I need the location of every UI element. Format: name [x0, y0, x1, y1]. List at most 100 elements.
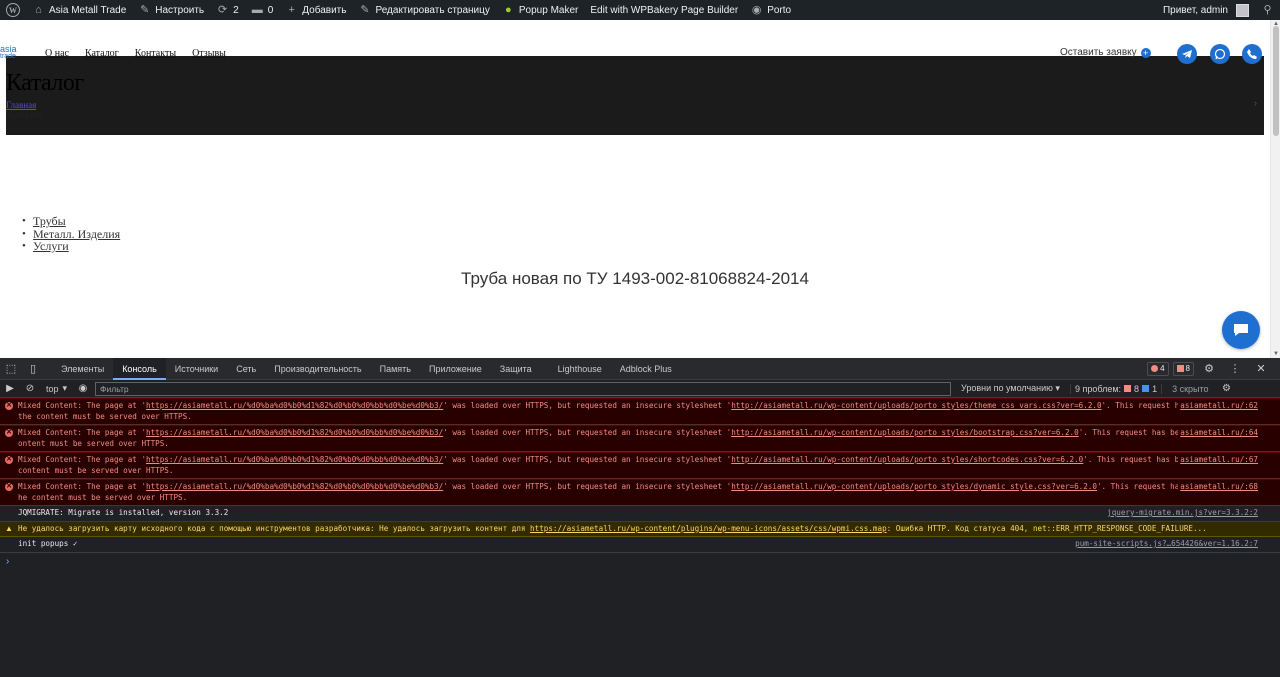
inspect-element-icon[interactable]: ⬚ — [0, 358, 22, 380]
nav-item-contacts[interactable]: Контакты — [135, 48, 176, 59]
logo-text-top: asia — [0, 44, 17, 54]
customize-link[interactable]: ✎ Настроить — [132, 0, 210, 20]
phone-button[interactable] — [1242, 44, 1262, 64]
message-source-link[interactable]: asiametall.ru/:62 — [1178, 401, 1258, 412]
account-menu[interactable]: Привет, admin — [1157, 0, 1255, 20]
error-count: 4 — [1160, 364, 1165, 373]
chat-icon — [1234, 324, 1248, 336]
admin-search-button[interactable]: ⚲ — [1255, 0, 1280, 20]
add-new-menu[interactable]: + Добавить — [279, 0, 352, 20]
tab-network[interactable]: Сеть — [227, 358, 265, 380]
device-toolbar-icon[interactable]: ▯ — [22, 358, 44, 380]
sidebar-toggle-icon[interactable]: ▶ — [2, 381, 18, 397]
error-x-icon: ✕ — [5, 429, 13, 437]
porto-label: Porto — [767, 4, 792, 16]
message-source-link[interactable]: jquery-migrate.min.js?ver=3.3.2:2 — [1105, 508, 1258, 519]
message-resource-link[interactable]: http://asiametall.ru/wp-content/uploads/… — [731, 428, 1078, 437]
site-logo[interactable]: asia trade — [0, 45, 17, 61]
error-icon — [1151, 365, 1159, 372]
clear-console-icon[interactable]: ⊘ — [22, 381, 38, 397]
comments-count: 0 — [267, 4, 274, 16]
context-selector[interactable]: top ▾ — [42, 383, 71, 394]
page-viewport: asia trade О нас Каталог Контакты Отзывы… — [0, 20, 1270, 358]
request-link[interactable]: Оставить заявку + — [1060, 47, 1151, 58]
popup-maker-icon: ● — [505, 3, 512, 16]
nav-item-catalog[interactable]: Каталог — [85, 48, 119, 59]
chat-widget-button[interactable] — [1222, 311, 1260, 349]
tab-sources[interactable]: Источники — [166, 358, 227, 380]
error-count-badge[interactable]: 4 — [1147, 361, 1169, 376]
updates-link[interactable]: ⟳ 2 — [210, 0, 245, 20]
message-source-link[interactable]: pum-site-scripts.js?…654426&ver=1.16.2:7 — [1073, 539, 1258, 550]
home-icon: ⌂ — [35, 3, 42, 16]
live-expression-eye-icon[interactable]: ◉ — [75, 381, 91, 397]
message-resource-link[interactable]: http://asiametall.ru/wp-content/uploads/… — [731, 482, 1097, 491]
console-error-message: ✕ Mixed Content: The page at 'https://asi… — [0, 425, 1280, 452]
customize-label: Настроить — [155, 4, 205, 16]
porto-menu[interactable]: ◉ Porto — [744, 0, 797, 20]
telegram-button[interactable] — [1177, 44, 1197, 64]
tab-adblock-plus[interactable]: Adblock Plus — [611, 358, 681, 380]
more-options-icon[interactable]: ⋮ — [1224, 358, 1246, 380]
message-page-link[interactable]: https://asiametall.ru/%d0%ba%d0%b0%d1%82… — [146, 482, 443, 491]
message-resource-link[interactable]: https://asiametall.ru/wp-content/plugins… — [530, 524, 887, 533]
issue-error-icon — [1124, 385, 1132, 392]
tab-performance[interactable]: Производительность — [265, 358, 370, 380]
popup-maker-menu[interactable]: ● Popup Maker — [496, 0, 584, 20]
message-text: ' was loaded over HTTPS, but requested a… — [443, 482, 732, 491]
tab-elements[interactable]: Элементы — [52, 358, 113, 380]
tab-console[interactable]: Консоль — [113, 357, 166, 380]
page-hero-banner — [6, 56, 1264, 135]
dropdown-arrow-icon: ▾ — [62, 383, 68, 393]
page-scrollbar[interactable]: ▲ ▼ — [1270, 20, 1280, 358]
scrollbar-thumb[interactable] — [1273, 26, 1279, 136]
plus-icon: + — [288, 3, 295, 16]
category-link-services[interactable]: Услуги — [33, 239, 69, 253]
close-devtools-icon[interactable]: ✕ — [1250, 358, 1272, 380]
console-prompt-input[interactable]: › — [0, 553, 1280, 567]
warning-count-badge[interactable]: 8 — [1172, 361, 1194, 376]
whatsapp-icon — [1214, 48, 1226, 60]
nav-item-about[interactable]: О нас — [45, 48, 69, 59]
tab-security[interactable]: Защита — [491, 358, 541, 380]
message-source-link[interactable]: asiametall.ru/:67 — [1178, 455, 1258, 466]
chevron-right-icon: › — [1254, 98, 1257, 108]
plus-circle-icon: + — [1140, 47, 1151, 58]
edit-page-link[interactable]: ✎ Редактировать страницу — [352, 0, 495, 20]
message-page-link[interactable]: https://asiametall.ru/%d0%ba%d0%b0%d1%82… — [146, 455, 443, 464]
console-messages: ✕ Mixed Content: The page at 'https://asi… — [0, 398, 1280, 567]
telegram-icon — [1182, 50, 1192, 58]
message-source-link[interactable]: asiametall.ru/:68 — [1178, 482, 1258, 493]
comments-link[interactable]: ▬ 0 — [245, 0, 280, 20]
edit-page-label: Редактировать страницу — [375, 4, 490, 16]
message-page-link[interactable]: https://asiametall.ru/%d0%ba%d0%b0%d1%82… — [146, 428, 443, 437]
console-settings-icon[interactable]: ⚙ — [1219, 381, 1235, 397]
search-icon: ⚲ — [1263, 3, 1272, 16]
wpbakery-link[interactable]: Edit with WPBakery Page Builder — [584, 0, 744, 20]
logo-text-bottom: trade — [0, 53, 16, 60]
issues-button[interactable]: 9 проблем: 8 1 — [1069, 383, 1163, 394]
whatsapp-button[interactable] — [1210, 44, 1230, 64]
popup-maker-label: Popup Maker — [518, 4, 579, 16]
message-source-link[interactable]: asiametall.ru/:64 — [1178, 428, 1258, 439]
message-resource-link[interactable]: http://asiametall.ru/wp-content/uploads/… — [731, 455, 1083, 464]
tab-lighthouse[interactable]: Lighthouse — [549, 358, 611, 380]
message-page-link[interactable]: https://asiametall.ru/%d0%ba%d0%b0%d1%82… — [146, 401, 443, 410]
console-toolbar: ▶ ⊘ top ▾ ◉ Фильтр Уровни по умолчанию ▾ … — [0, 380, 1280, 398]
site-name-menu[interactable]: ⌂ Asia Metall Trade — [26, 0, 132, 20]
updates-count: 2 — [233, 4, 239, 16]
greeting-label: Привет, admin — [1162, 4, 1228, 16]
console-filter-input[interactable]: Фильтр — [95, 381, 952, 396]
nav-item-reviews[interactable]: Отзывы — [192, 48, 226, 59]
log-levels-dropdown[interactable]: Уровни по умолчанию ▾ — [955, 383, 1066, 394]
breadcrumb-current: Каталог — [6, 109, 44, 121]
refresh-icon: ⟳ — [218, 3, 228, 16]
error-x-icon: ✕ — [5, 456, 13, 464]
tab-application[interactable]: Приложение — [420, 358, 491, 380]
error-x-icon: ✕ — [5, 483, 13, 491]
settings-gear-icon[interactable]: ⚙ — [1198, 358, 1220, 380]
wp-logo-menu[interactable]: W — [0, 0, 26, 20]
wpbakery-label: Edit with WPBakery Page Builder — [590, 4, 739, 16]
message-resource-link[interactable]: http://asiametall.ru/wp-content/uploads/… — [731, 401, 1101, 410]
tab-memory[interactable]: Память — [371, 358, 420, 380]
